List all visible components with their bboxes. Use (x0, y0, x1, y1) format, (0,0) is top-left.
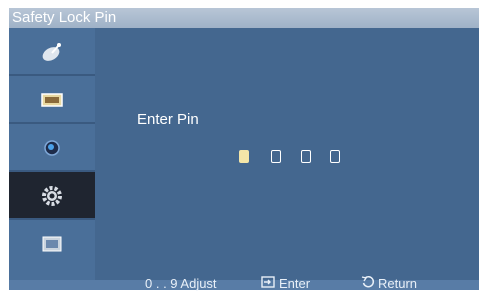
main-panel: Enter Pin (95, 28, 479, 280)
picture-icon (41, 93, 63, 107)
pin-digit-3[interactable] (301, 150, 311, 163)
return-icon (361, 275, 375, 288)
sidebar (9, 28, 95, 280)
sound-icon (44, 140, 60, 156)
sidebar-item-setup[interactable] (9, 172, 95, 220)
osd-window: Safety Lock Pin Enter Pin 0 . . 9 Adjust… (9, 8, 479, 291)
pin-digit-4[interactable] (330, 150, 340, 163)
sidebar-item-antenna[interactable] (9, 28, 95, 76)
sidebar-item-sound[interactable] (9, 124, 95, 172)
enter-pin-label: Enter Pin (137, 111, 199, 128)
pin-digit-2[interactable] (271, 150, 281, 163)
adjust-hint: 0 . . 9 Adjust (145, 276, 217, 291)
pin-digit-1[interactable] (239, 150, 249, 163)
title-bar: Safety Lock Pin (9, 8, 479, 28)
setup-gear-icon (42, 186, 62, 206)
window-title: Safety Lock Pin (12, 9, 117, 26)
sidebar-item-picture[interactable] (9, 76, 95, 124)
satellite-dish-icon (42, 43, 61, 61)
enter-hint: Enter (279, 276, 311, 291)
footer-hints: 0 . . 9 Adjust Enter Return (9, 275, 479, 291)
return-hint: Return (378, 276, 418, 291)
input-icon (42, 236, 62, 252)
sidebar-item-input[interactable] (9, 220, 95, 268)
enter-icon (261, 276, 275, 288)
